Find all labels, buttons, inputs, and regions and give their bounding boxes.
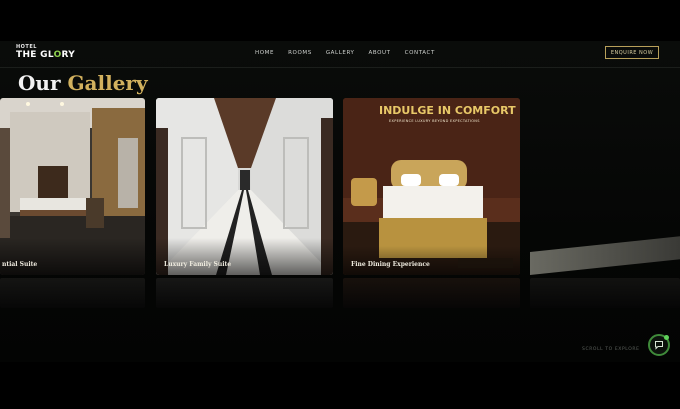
- main-menu: HOME ROOMS GALLERY ABOUT CONTACT: [255, 50, 435, 56]
- card-caption: Luxury Family Suite: [164, 261, 232, 268]
- nav-home[interactable]: HOME: [255, 50, 274, 56]
- letterbox-bottom: [0, 362, 680, 409]
- gallery-card-suite[interactable]: ntial Suite: [0, 98, 145, 275]
- website-viewport: HOTEL THE GLORY HOME ROOMS GALLERY ABOUT…: [0, 41, 680, 362]
- reflection-4: [530, 278, 680, 308]
- poster-photo: [343, 98, 520, 275]
- chat-button[interactable]: [648, 334, 670, 356]
- nav-contact[interactable]: CONTACT: [405, 50, 435, 56]
- chat-online-dot: [664, 335, 669, 340]
- gallery-card-dining[interactable]: INDULGE IN COMFORT EXPERIENCE LUXURY BEY…: [343, 98, 520, 275]
- nav-gallery[interactable]: GALLERY: [326, 50, 355, 56]
- letterbox-top: [0, 0, 680, 41]
- nav-rooms[interactable]: ROOMS: [288, 50, 312, 56]
- chat-icon: [655, 341, 663, 350]
- nav-about[interactable]: ABOUT: [368, 50, 390, 56]
- logo-name: THE GLORY: [16, 50, 76, 60]
- scroll-hint: SCROLL TO EXPLORE: [582, 347, 640, 352]
- hotel-logo[interactable]: HOTEL THE GLORY: [16, 45, 75, 60]
- reflection-2: [156, 278, 333, 308]
- gallery-title: Our Gallery: [18, 71, 148, 95]
- suite-photo: [0, 98, 145, 275]
- card-caption: ntial Suite: [2, 261, 38, 268]
- poster-subline: EXPERIENCE LUXURY BEYOND EXPECTATIONS: [389, 119, 480, 123]
- navbar: HOTEL THE GLORY HOME ROOMS GALLERY ABOUT…: [0, 41, 680, 68]
- enquire-now-button[interactable]: ENQUIRE NOW: [605, 46, 659, 59]
- card-caption: Fine Dining Experience: [351, 261, 430, 268]
- poster-headline: INDULGE IN COMFORT: [379, 104, 516, 117]
- reflection-1: [0, 278, 145, 308]
- corridor-photo: [156, 98, 333, 275]
- gallery-card-family-suite[interactable]: Luxury Family Suite: [156, 98, 333, 275]
- reflection-3: [343, 278, 520, 308]
- gallery-card-next[interactable]: [530, 236, 680, 275]
